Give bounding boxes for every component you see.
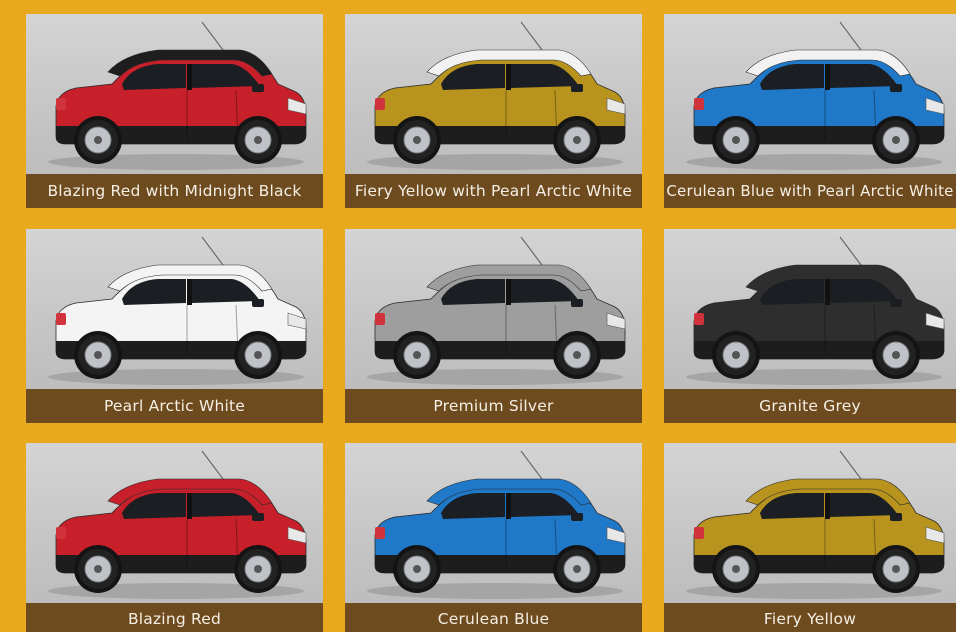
color-tile: Cerulean Blue with Pearl Arctic White	[664, 14, 956, 208]
color-tile: Cerulean Blue	[345, 443, 642, 632]
color-label: Premium Silver	[345, 389, 642, 423]
color-label: Cerulean Blue	[345, 603, 642, 632]
color-label: Blazing Red with Midnight Black	[26, 174, 323, 208]
car-image	[26, 14, 323, 174]
car-image	[345, 14, 642, 174]
color-label: Blazing Red	[26, 603, 323, 632]
color-label: Pearl Arctic White	[26, 389, 323, 423]
color-tile: Fiery Yellow	[664, 443, 956, 632]
color-tile: Blazing Red	[26, 443, 323, 632]
color-tile: Fiery Yellow with Pearl Arctic White	[345, 14, 642, 208]
car-image	[345, 443, 642, 603]
color-tile: Premium Silver	[345, 229, 642, 423]
color-label: Fiery Yellow with Pearl Arctic White	[345, 174, 642, 208]
color-label: Cerulean Blue with Pearl Arctic White	[664, 174, 956, 208]
car-image	[664, 443, 956, 603]
car-image	[26, 229, 323, 389]
car-image	[664, 229, 956, 389]
color-tile: Granite Grey	[664, 229, 956, 423]
color-tile: Blazing Red with Midnight Black	[26, 14, 323, 208]
car-image	[345, 229, 642, 389]
car-image	[664, 14, 956, 174]
color-label: Granite Grey	[664, 389, 956, 423]
color-tile: Pearl Arctic White	[26, 229, 323, 423]
color-label: Fiery Yellow	[664, 603, 956, 632]
car-image	[26, 443, 323, 603]
